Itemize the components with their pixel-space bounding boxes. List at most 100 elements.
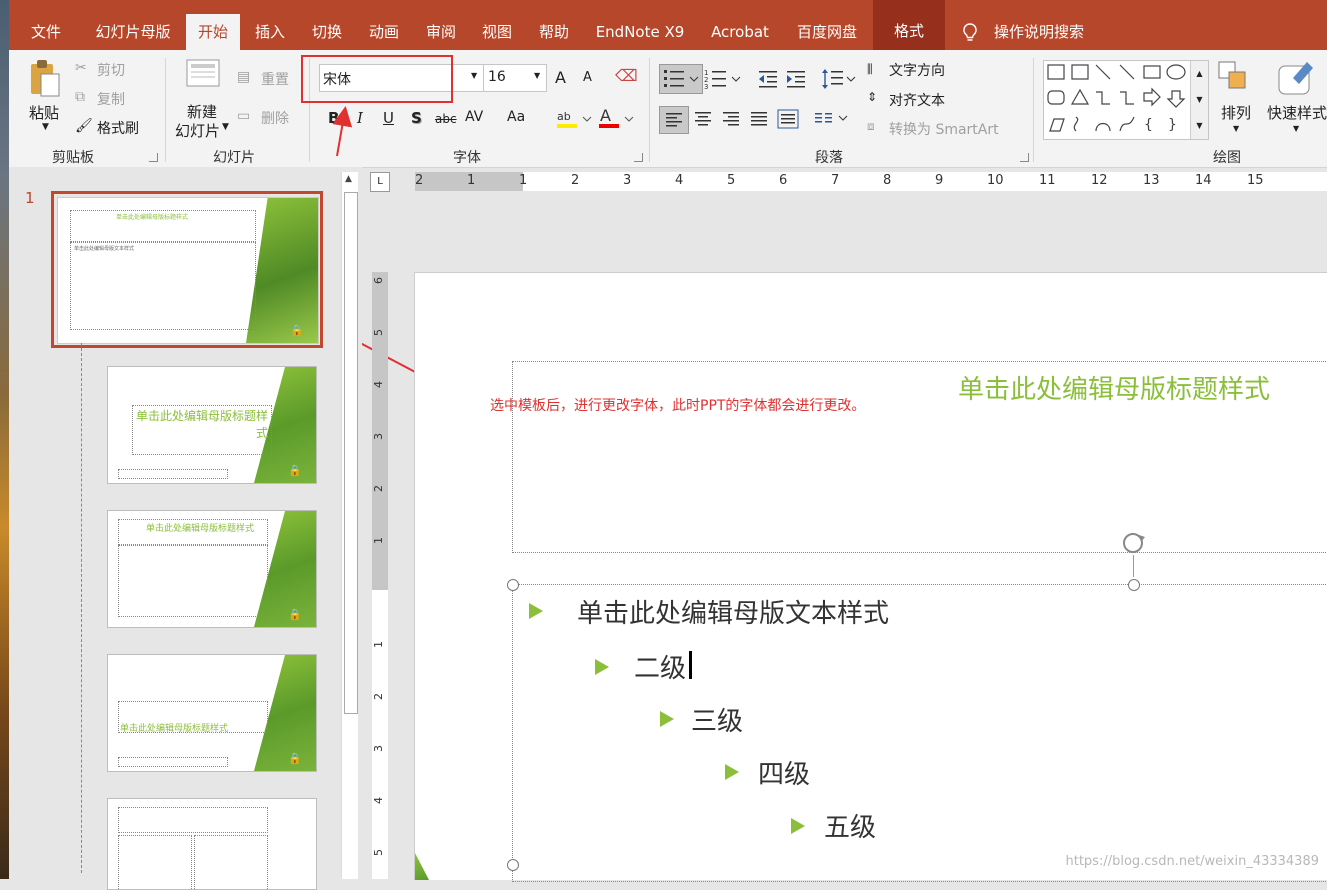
new-slide-label-2[interactable]: 幻灯片 [175,120,220,141]
text-direction-button[interactable]: 文字方向 [889,60,945,80]
new-slide-icon[interactable] [185,58,223,96]
clipboard-launcher-icon[interactable] [149,153,158,162]
tab-review[interactable]: 审阅 [417,18,465,48]
shapes-gallery[interactable]: {} ▲ ▼ ▼ [1043,60,1209,140]
quick-styles-icon[interactable] [1277,60,1317,102]
columns-icon[interactable] [813,110,849,132]
bold-button[interactable]: B [328,109,339,127]
justify-icon[interactable] [749,110,769,132]
thumb-title: 单击此处编辑母版标题样式 [135,409,268,440]
font-size-input[interactable]: 16 ▼ [483,64,547,92]
master-slide-thumbnail[interactable]: 单击此处编辑母版标题样式 单击此处编辑母版文本样式 🔒 [51,191,323,348]
underline-button[interactable]: U [383,109,394,127]
decrease-indent-icon[interactable] [757,70,779,92]
layout-thumbnail-2[interactable]: 单击此处编辑母版标题样式 🔒 [107,510,317,628]
delete-button[interactable]: 删除 [261,108,289,128]
body-level-3[interactable]: 三级 [691,701,743,738]
align-center-icon[interactable] [693,110,713,132]
cut-button[interactable]: 剪切 [97,60,125,80]
resize-handle[interactable] [507,859,519,871]
align-right-icon[interactable] [721,110,741,132]
body-level-5[interactable]: 五级 [824,807,876,844]
tab-slide-master[interactable]: 幻灯片母版 [89,18,177,48]
tab-format[interactable]: 格式 [873,0,945,50]
highlight-color-icon[interactable]: ab [557,108,593,134]
font-color-icon[interactable]: A [599,106,635,134]
body-level-1[interactable]: 单击此处编辑母版文本样式 [577,593,889,630]
new-slide-dropdown-icon[interactable]: ▼ [222,122,229,132]
lock-icon: 🔒 [288,464,302,477]
tell-me-search[interactable]: 操作说明搜索 [994,18,1104,48]
font-name-dropdown[interactable]: ▼ [451,64,484,92]
scrollbar-thumb[interactable] [344,192,358,714]
new-slide-label-1[interactable]: 新建 [187,101,217,122]
vertical-ruler[interactable]: 6 5 4 3 2 1 1 2 3 4 5 [372,272,388,879]
paste-button[interactable]: 粘贴 [29,102,59,123]
format-painter-button[interactable]: 格式刷 [97,118,139,138]
horizontal-ruler[interactable]: 2 1 1 2 3 4 5 6 7 8 9 10 11 12 13 14 15 [415,172,1327,191]
arrange-button[interactable]: 排列 [1221,102,1251,123]
quick-styles-dropdown-icon[interactable]: ▼ [1293,124,1299,133]
ruler-tick-label: 15 [1247,173,1264,188]
paste-dropdown-icon[interactable]: ▼ [42,122,49,132]
distributed-icon[interactable] [777,109,799,133]
change-case-button[interactable]: Aa [507,109,525,125]
layout-thumbnail-4[interactable] [107,798,317,890]
paragraph-launcher-icon[interactable] [1020,153,1029,162]
tab-selector[interactable]: L [370,172,390,192]
format-painter-icon: 🖌 [75,118,93,134]
cut-icon: ✂ [75,60,87,76]
layout-thumbnail-1[interactable]: 单击此处编辑母版标题样式 🔒 [107,366,317,484]
line-spacing-icon[interactable] [821,68,857,94]
grow-font-button[interactable]: A [555,68,566,87]
tab-view[interactable]: 视图 [473,18,521,48]
resize-handle[interactable] [507,579,519,591]
svg-text:{: { [1144,117,1153,133]
tab-insert[interactable]: 插入 [246,18,294,48]
tab-transitions[interactable]: 切换 [303,18,351,48]
convert-smartart-button[interactable]: 转换为 SmartArt [889,119,999,139]
copy-button[interactable]: 复制 [97,89,125,109]
italic-button[interactable]: I [357,109,363,127]
text-cursor [689,651,692,679]
body-level-2[interactable]: 二级 [634,648,686,685]
rotate-handle-icon[interactable] [1119,529,1151,561]
drawing-group-label: 绘图 [1213,150,1241,166]
body-level-4[interactable]: 四级 [758,754,810,791]
reset-button[interactable]: 重置 [261,69,289,89]
resize-handle[interactable] [1128,579,1140,591]
highlight-box [301,55,453,103]
align-text-button[interactable]: 对齐文本 [889,90,945,110]
thumbnail-scrollbar[interactable]: ▲ [341,172,358,879]
font-launcher-icon[interactable] [634,153,643,162]
tab-file[interactable]: 文件 [23,18,69,48]
clear-formatting-icon[interactable]: ⌫ [615,66,638,85]
ruler-tick-label: 2 [571,173,580,188]
tab-acrobat[interactable]: Acrobat [705,18,775,48]
ruler-tick-label: 1 [467,173,476,188]
strikethrough-button[interactable]: abc [435,112,457,126]
tab-endnote[interactable]: EndNote X9 [592,18,688,48]
tab-animations[interactable]: 动画 [360,18,408,48]
arrange-dropdown-icon[interactable]: ▼ [1233,124,1239,133]
paste-icon[interactable] [27,58,63,98]
ruler-tick-label: 5 [372,329,385,336]
tab-help[interactable]: 帮助 [530,18,578,48]
slide-title[interactable]: 单击此处编辑母版标题样式 [958,369,1270,406]
ruler-tick-label: 6 [372,277,385,284]
numbering-icon[interactable]: 123 [704,68,744,94]
arrange-icon[interactable] [1217,60,1253,100]
gallery-scroll[interactable]: ▲ ▼ ▼ [1190,61,1208,139]
tab-baidu-netdisk[interactable]: 百度网盘 [792,18,862,48]
increase-indent-icon[interactable] [785,70,807,92]
shadow-button[interactable]: S [411,109,422,127]
scroll-up-icon[interactable]: ▲ [345,174,352,184]
svg-text:A: A [600,106,611,125]
bullets-button[interactable] [659,64,703,94]
character-spacing-button[interactable]: AV [465,109,483,125]
shrink-font-button[interactable]: A [583,70,592,85]
tab-home[interactable]: 开始 [186,14,240,50]
layout-thumbnail-3[interactable]: 单击此处编辑母版标题样式 🔒 [107,654,317,772]
align-left-button[interactable] [659,106,689,134]
quick-styles-button[interactable]: 快速样式 [1267,102,1327,123]
